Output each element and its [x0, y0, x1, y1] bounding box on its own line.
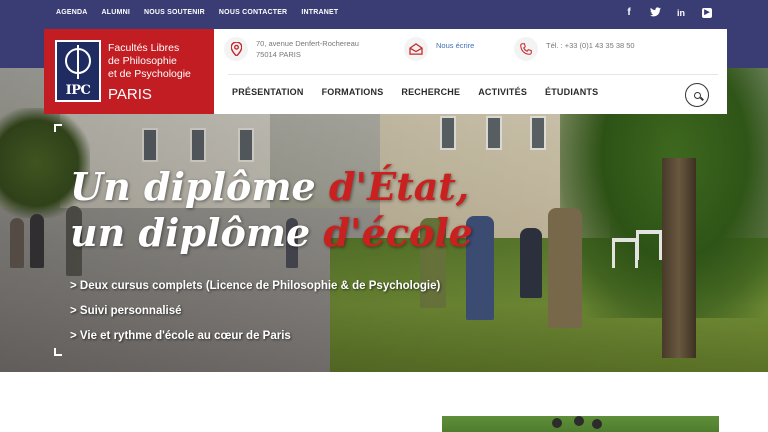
- nav-activites[interactable]: ACTIVITÉS: [478, 87, 527, 97]
- logo-line: de Philosophie: [108, 55, 177, 67]
- header-panel: 70, avenue Denfert-Rochereau 75014 PARIS…: [214, 29, 727, 114]
- email-block[interactable]: Nous écrire: [404, 37, 474, 61]
- search-icon: [693, 91, 701, 99]
- envelope-icon: [404, 37, 428, 61]
- photo-thumbnail[interactable]: [442, 416, 719, 432]
- nav-recherche[interactable]: RECHERCHE: [401, 87, 460, 97]
- emblem-text: IPC: [65, 83, 91, 98]
- logo-name: Facultés Libres de Philosophie et de Psy…: [108, 42, 191, 81]
- social-links: f in ▶: [624, 7, 712, 21]
- top-link-nous-soutenir[interactable]: NOUS SOUTENIR: [144, 9, 205, 16]
- linkedin-icon[interactable]: in: [676, 7, 686, 21]
- thumbnail-figure: [574, 416, 584, 426]
- nav-presentation[interactable]: PRÉSENTATION: [232, 87, 304, 97]
- top-link-nous-contacter[interactable]: NOUS CONTACTER: [219, 9, 287, 16]
- headline-accent: d'État,: [328, 164, 470, 209]
- phone-block: Tél. : +33 (0)1 43 35 38 50: [514, 37, 635, 61]
- frame-corner: [54, 124, 62, 132]
- address-line: 75014 PARIS: [256, 50, 301, 59]
- headline-part: Un diplôme: [70, 164, 329, 209]
- nav-formations[interactable]: FORMATIONS: [322, 87, 384, 97]
- main-nav: PRÉSENTATION FORMATIONS RECHERCHE ACTIVI…: [232, 87, 616, 97]
- logo-line: Facultés Libres: [108, 42, 180, 54]
- top-link-agenda[interactable]: AGENDA: [56, 9, 88, 16]
- address-block: 70, avenue Denfert-Rochereau 75014 PARIS: [224, 37, 359, 61]
- top-link-intranet[interactable]: INTRANET: [301, 9, 338, 16]
- top-bar: AGENDA ALUMNI NOUS SOUTENIR NOUS CONTACT…: [0, 0, 768, 28]
- address-text: 70, avenue Denfert-Rochereau 75014 PARIS: [256, 38, 359, 60]
- top-links: AGENDA ALUMNI NOUS SOUTENIR NOUS CONTACT…: [56, 9, 338, 16]
- address-line: 70, avenue Denfert-Rochereau: [256, 39, 359, 48]
- headline-part: un diplôme: [70, 210, 324, 255]
- thumbnail-figure: [592, 419, 602, 429]
- hero-bullet: > Deux cursus complets (Licence de Philo…: [70, 280, 441, 292]
- header-divider: [228, 74, 718, 75]
- youtube-icon[interactable]: ▶: [702, 8, 712, 18]
- top-link-alumni[interactable]: ALUMNI: [102, 9, 130, 16]
- logo-line: et de Psychologie: [108, 68, 191, 80]
- search-button[interactable]: [685, 83, 709, 107]
- phone-number: Tél. : +33 (0)1 43 35 38 50: [546, 40, 635, 50]
- hero-bullet: > Suivi personnalisé: [70, 305, 182, 317]
- hero-headline: Un diplôme d'État, un diplôme d'école: [70, 164, 473, 256]
- facebook-icon[interactable]: f: [624, 7, 634, 21]
- phone-icon: [514, 37, 538, 61]
- map-pin-icon: [224, 37, 248, 61]
- nav-etudiants[interactable]: ÉTUDIANTS: [545, 87, 598, 97]
- email-link[interactable]: Nous écrire: [436, 40, 474, 51]
- emblem-bar: [77, 45, 79, 79]
- site-logo[interactable]: IPC Facultés Libres de Philosophie et de…: [44, 29, 214, 114]
- thumbnail-figure: [552, 418, 562, 428]
- logo-city: PARIS: [108, 86, 152, 103]
- twitter-icon[interactable]: [650, 7, 661, 21]
- frame-corner: [54, 348, 62, 356]
- hero-bullets: > Deux cursus complets (Licence de Philo…: [70, 280, 440, 355]
- headline-accent: d'école: [323, 210, 473, 255]
- hero-bullet: > Vie et rythme d'école au cœur de Paris: [70, 330, 291, 342]
- ipc-emblem: IPC: [55, 40, 101, 102]
